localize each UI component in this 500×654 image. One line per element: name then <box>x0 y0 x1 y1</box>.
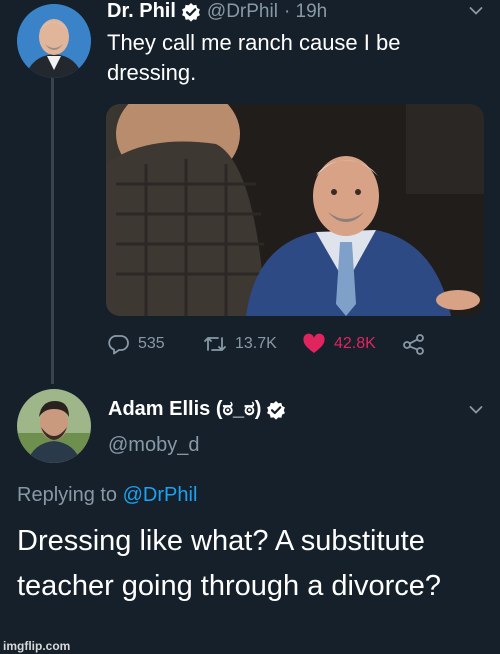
chevron-down-icon[interactable] <box>469 6 483 16</box>
heart-icon <box>303 333 325 353</box>
replying-to-line: Replying to @DrPhil <box>17 484 197 507</box>
retweet-button[interactable]: 13.7K <box>203 333 277 355</box>
tweet-header: Dr. Phil @DrPhil · 19h <box>107 0 327 23</box>
retweet-icon <box>204 337 226 351</box>
verified-badge-icon <box>266 400 286 420</box>
imgflip-watermark: imgflip.com <box>3 639 71 653</box>
like-count: 42.8K <box>334 335 376 352</box>
author-name[interactable]: Dr. Phil <box>107 0 176 23</box>
tweet-photo[interactable] <box>106 104 484 316</box>
share-button[interactable] <box>402 333 426 355</box>
reply-count: 535 <box>138 335 165 352</box>
replying-to-mention[interactable]: @DrPhil <box>123 484 198 506</box>
avatar[interactable] <box>17 4 91 78</box>
author-handle[interactable]: @DrPhil <box>207 1 278 23</box>
share-icon <box>403 334 424 355</box>
chevron-down-icon[interactable] <box>469 405 483 415</box>
tweet-action-bar: 535 13.7K 42.8K <box>0 333 500 359</box>
reply-header: Adam Ellis (ಠ_ಠ) <box>108 398 286 421</box>
reply-author-handle[interactable]: @moby_d <box>108 434 199 457</box>
like-button[interactable]: 42.8K <box>302 333 376 355</box>
reply-icon <box>108 335 129 355</box>
retweet-count: 13.7K <box>235 335 277 352</box>
tweet-timestamp[interactable]: · 19h <box>284 1 327 23</box>
tweet-text: They call me ranch cause I be dressing. <box>107 30 401 85</box>
reply-button[interactable]: 535 <box>108 333 165 355</box>
reply-text: Dressing like what? A substitute teacher… <box>17 525 442 602</box>
reply-author-name[interactable]: Adam Ellis (ಠ_ಠ) <box>108 398 261 421</box>
verified-badge-icon <box>181 2 201 22</box>
avatar[interactable] <box>17 389 91 463</box>
replying-to-label: Replying to <box>17 484 118 506</box>
